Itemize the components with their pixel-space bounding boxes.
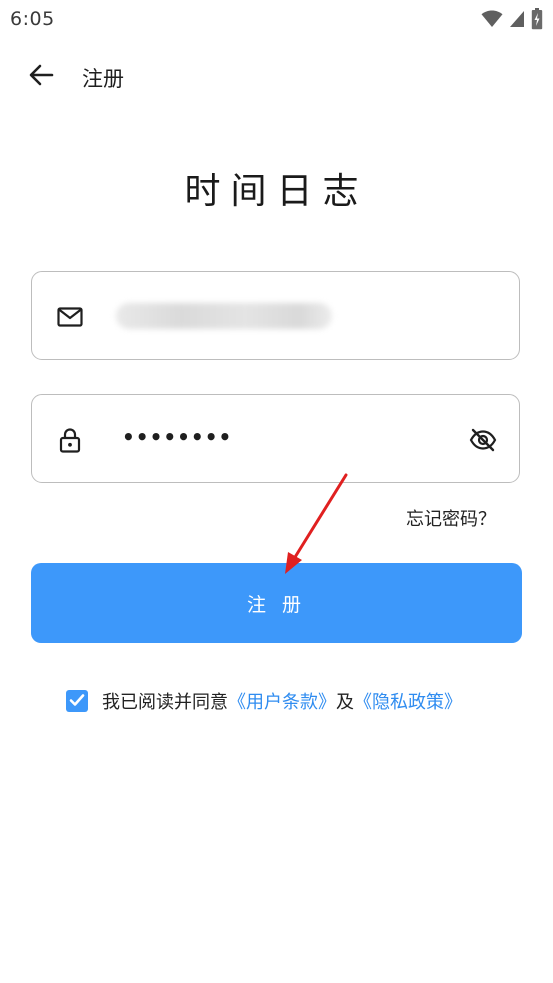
page-title: 注册	[82, 67, 124, 91]
agreement-conjunction: 及	[336, 692, 354, 713]
status-bar: 6:05	[0, 0, 553, 38]
arrow-left-icon	[28, 63, 54, 91]
wifi-icon	[481, 10, 503, 28]
battery-charging-icon	[531, 8, 543, 30]
app-bar: 注册	[0, 50, 553, 102]
privacy-link[interactable]: 《隐私政策》	[354, 692, 462, 713]
agreement-checkbox[interactable]	[66, 690, 88, 712]
register-button[interactable]: 注 册	[31, 563, 522, 643]
status-icons	[481, 7, 543, 31]
password-field[interactable]: ••••••••	[31, 394, 520, 483]
lock-icon	[57, 427, 83, 453]
agreement-prefix: 我已阅读并同意	[102, 692, 228, 713]
signal-icon	[509, 10, 525, 28]
forgot-password-link[interactable]: 忘记密码？	[406, 505, 496, 531]
password-input[interactable]: ••••••••	[122, 425, 232, 449]
check-icon	[69, 692, 85, 711]
eye-off-icon[interactable]	[469, 426, 497, 454]
app-name-heading: 时间日志	[184, 171, 369, 212]
agreement-row: 我已阅读并同意《用户条款》及《隐私政策》	[66, 688, 462, 714]
email-input[interactable]	[118, 294, 438, 338]
terms-link[interactable]: 《用户条款》	[228, 692, 336, 713]
email-field[interactable]	[31, 271, 520, 360]
mail-icon	[57, 304, 83, 330]
agreement-text: 我已阅读并同意《用户条款》及《隐私政策》	[102, 688, 462, 714]
back-button[interactable]	[24, 60, 58, 94]
status-time: 6:05	[10, 8, 55, 30]
